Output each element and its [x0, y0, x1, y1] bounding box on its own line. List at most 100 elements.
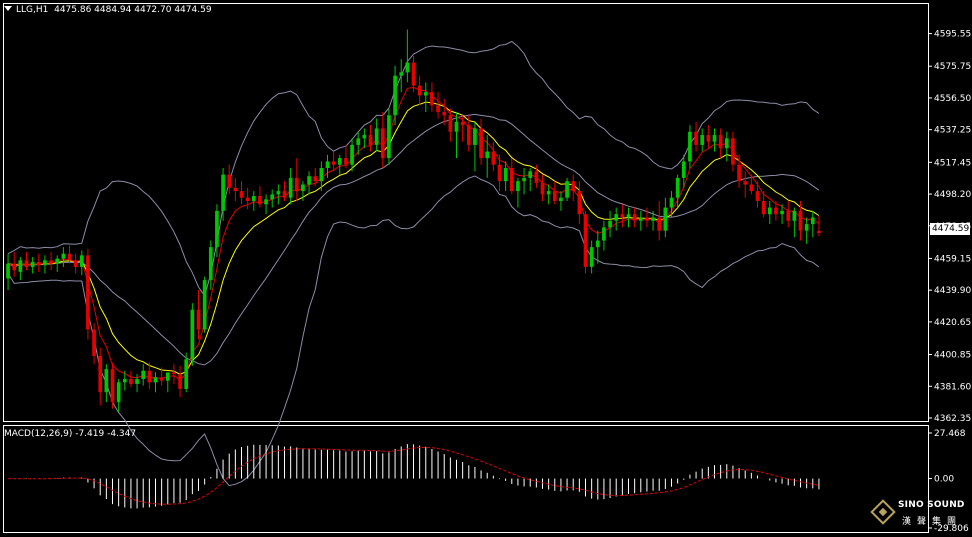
price-tick-label: 4459.15 [934, 254, 971, 264]
candle-body [86, 255, 90, 330]
candle-body [325, 161, 330, 169]
candle-body [460, 121, 465, 126]
candle-body [208, 247, 213, 281]
candle-body [202, 280, 207, 330]
candle-body [442, 111, 447, 116]
candle-body [657, 217, 662, 231]
price-tick-label: 4400.85 [934, 351, 971, 361]
candle-body [786, 210, 791, 221]
candle-body [688, 131, 692, 162]
candle-body [165, 372, 170, 381]
price-tick-label: 4498.20 [934, 190, 971, 200]
candle-body [264, 199, 268, 205]
candle-body [55, 258, 60, 264]
candle-body [12, 263, 17, 271]
candle-body [663, 207, 668, 231]
candle-body [92, 329, 96, 356]
candle-body [749, 184, 754, 192]
candle-body [233, 187, 238, 192]
macd-header: MACD(12,26,9) -7.419 -4.347 [4, 429, 137, 439]
candle-body [129, 379, 133, 384]
candle-body [258, 196, 262, 205]
candle-body [24, 260, 29, 267]
candle-body [430, 92, 434, 106]
candle-body [221, 174, 225, 211]
price-tick-label: 4556.50 [934, 94, 971, 104]
candle-body [245, 197, 250, 201]
candle-body [503, 168, 508, 182]
candle-body [761, 200, 766, 215]
candle-body [706, 135, 711, 142]
candle-body [804, 224, 809, 231]
candle-body [153, 377, 158, 383]
candle-body [724, 138, 729, 149]
candle-body [436, 105, 440, 112]
candle-body [620, 214, 625, 218]
price-tick-label: 4362.35 [934, 414, 971, 424]
candle-body [731, 138, 735, 165]
candle-body [810, 217, 815, 225]
candle-body [282, 191, 287, 198]
price-tick-label: 4381.60 [934, 382, 971, 392]
candle-body [712, 135, 717, 142]
candle-body [767, 207, 772, 215]
candle-body [172, 372, 176, 375]
candle-body [135, 379, 139, 384]
candle-body [755, 191, 760, 201]
candle-body [780, 210, 784, 215]
chart-canvas[interactable]: 4595.55 4575.75 4556.50 4537.25 4517.45 4498.… [0, 0, 972, 537]
macd-tick-label: 0.00 [934, 475, 954, 485]
candle-body [454, 121, 459, 132]
candle-body [681, 161, 686, 178]
candle-body [602, 227, 606, 241]
price-tick-label: 4420.65 [934, 318, 971, 328]
candle-body [159, 377, 164, 381]
candle-body [393, 75, 397, 116]
candle-body [448, 115, 453, 132]
candle-body [387, 115, 391, 159]
candle-body [552, 191, 557, 201]
candle-body [694, 131, 698, 145]
candle-body [651, 217, 655, 221]
candle-body [792, 210, 797, 221]
candle-body [675, 177, 680, 198]
logo-diamond-icon [870, 499, 896, 525]
candle-body [669, 197, 674, 208]
candle-body [614, 214, 619, 221]
candle-body [104, 369, 109, 393]
symbol-label: LLG,H1 [16, 5, 49, 15]
candle-body [595, 240, 600, 248]
logo-brand-text: SINO SOUND [898, 500, 965, 510]
candle-body [116, 382, 121, 403]
candle-body [18, 260, 23, 272]
current-price-label: 4474.59 [930, 223, 970, 235]
candle-body [344, 158, 348, 165]
candle-body [417, 85, 422, 96]
dropdown-triangle-icon[interactable] [4, 6, 12, 11]
candle-body [30, 261, 35, 267]
candle-body [473, 128, 477, 145]
price-tick-label: 4439.90 [934, 286, 971, 296]
candle-body [43, 260, 47, 266]
candle-body [110, 369, 115, 403]
candle-body [374, 128, 379, 145]
candle-body [528, 171, 533, 178]
candle-body [626, 214, 631, 218]
candle-body [190, 309, 195, 360]
candle-body [251, 196, 256, 201]
candle-body [540, 182, 545, 195]
ohlc-readout: 4475.86 4484.94 4472.70 4474.59 [54, 5, 212, 15]
candle-body [356, 138, 361, 145]
candle-body [380, 128, 385, 159]
candle-body [466, 125, 471, 145]
candle-body [368, 135, 373, 145]
price-tick-label: 4575.75 [934, 62, 971, 72]
candle-body [270, 194, 275, 200]
candle-body [608, 220, 612, 228]
candle-body [645, 217, 649, 221]
candle-body [718, 135, 723, 149]
candle-body [546, 191, 551, 195]
candle-body [67, 253, 72, 261]
candle-body [509, 168, 514, 192]
candle-body [184, 359, 189, 389]
